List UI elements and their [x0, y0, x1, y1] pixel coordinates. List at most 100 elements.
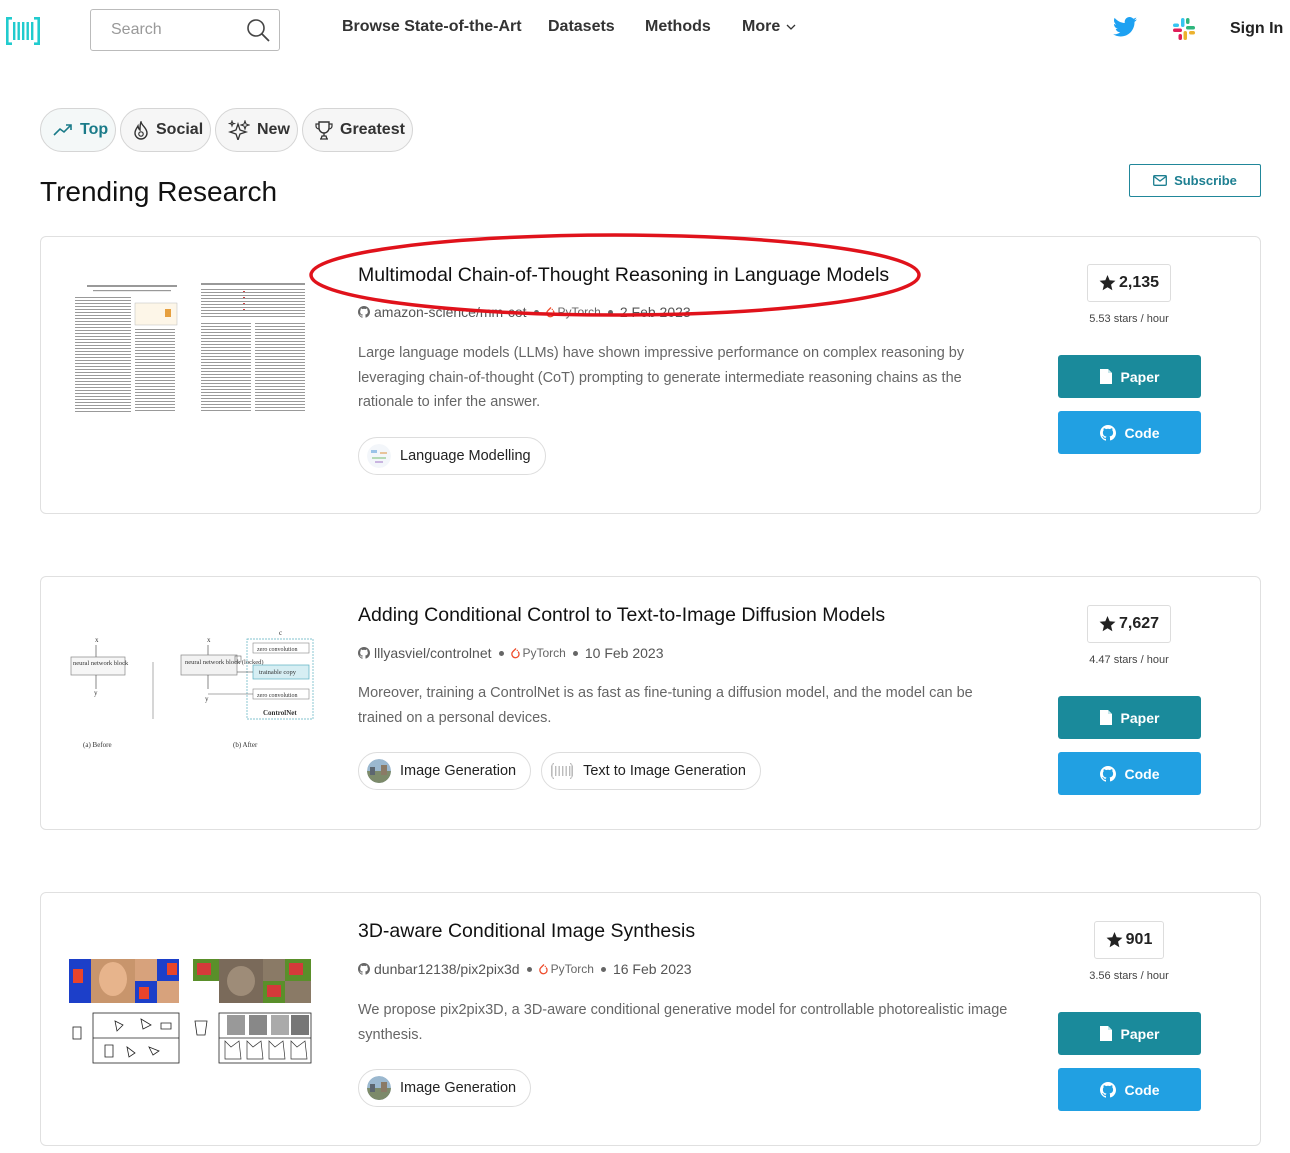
- figure-label-c: c: [279, 629, 282, 637]
- envelope-icon: [1153, 175, 1168, 186]
- figure-label-zero-conv: zero convolution: [257, 647, 298, 653]
- figure-label-y: y: [94, 689, 98, 697]
- framework-badge: PyTorch: [510, 646, 566, 660]
- task-tag[interactable]: Image Generation: [358, 752, 532, 790]
- paper-button[interactable]: Paper: [1058, 1012, 1201, 1055]
- search-box[interactable]: [90, 9, 280, 51]
- github-icon: [358, 647, 370, 659]
- figure-label-block-locked: neural network block (locked): [185, 659, 264, 666]
- figure-label-controlnet: ControlNet: [263, 709, 297, 717]
- code-button[interactable]: Code: [1058, 411, 1201, 454]
- paper-abstract: Moreover, training a ControlNet is as fa…: [358, 685, 973, 726]
- paper-button-label: Paper: [1120, 709, 1160, 726]
- twitter-icon[interactable]: [1113, 16, 1137, 38]
- separator-dot: [572, 650, 578, 656]
- paper-date: 16 Feb 2023: [612, 961, 692, 977]
- subscribe-button[interactable]: Subscribe: [1129, 164, 1261, 197]
- nav-methods[interactable]: Methods: [645, 18, 711, 36]
- stars-per-hour: 3.56 stars / hour: [1089, 970, 1169, 982]
- nav-browse-sota[interactable]: Browse State-of-the-Art: [342, 18, 522, 36]
- filter-top[interactable]: Top: [40, 108, 116, 152]
- code-button-label: Code: [1124, 765, 1160, 782]
- figure-label-block: neural network block: [73, 660, 129, 667]
- github-icon: [358, 963, 370, 975]
- task-tag[interactable]: Text to Image Generation: [541, 752, 761, 790]
- task-thumbnail: [367, 759, 391, 783]
- paper-title-link[interactable]: 3D-aware Conditional Image Synthesis: [358, 920, 695, 943]
- filter-new[interactable]: New: [215, 108, 298, 152]
- star-count-badge: 901: [1094, 921, 1164, 959]
- task-tag[interactable]: Language Modelling: [358, 437, 546, 475]
- nav-more[interactable]: More: [742, 18, 796, 36]
- paper-meta: dunbar12138/pix2pix3d PyTorch 16 Feb 202…: [358, 961, 692, 977]
- separator-dot: [600, 966, 606, 972]
- framework-label: PyTorch: [522, 646, 566, 660]
- sign-in-link[interactable]: Sign In: [1230, 20, 1283, 38]
- star-count: 7,627: [1118, 615, 1160, 632]
- filter-new-label: New: [257, 121, 290, 138]
- star-icon: [1106, 932, 1123, 948]
- pytorch-icon: [538, 963, 548, 974]
- star-count: 901: [1125, 931, 1153, 948]
- filter-greatest[interactable]: Greatest: [302, 108, 413, 152]
- task-tag-label: Image Generation: [400, 763, 517, 779]
- code-button[interactable]: Code: [1058, 752, 1201, 795]
- task-tag-label: Text to Image Generation: [583, 763, 746, 779]
- paper-thumbnail[interactable]: [67, 279, 315, 417]
- paper-card: 3D-aware Conditional Image Synthesis dun…: [40, 892, 1261, 1146]
- task-thumbnail: [367, 1076, 391, 1100]
- github-icon: [1099, 765, 1116, 782]
- paper-abstract: Large language models (LLMs) have shown …: [358, 345, 965, 410]
- paper-button[interactable]: Paper: [1058, 696, 1201, 739]
- code-button[interactable]: Code: [1058, 1068, 1201, 1111]
- filter-greatest-label: Greatest: [340, 121, 405, 138]
- page-title: Trending Research: [40, 176, 278, 207]
- document-icon: [1099, 710, 1112, 725]
- separator-dot: [498, 650, 504, 656]
- paper-thumbnail[interactable]: x neural network block y (a) Before x ne…: [63, 627, 317, 757]
- repo-link[interactable]: lllyasviel/controlnet: [374, 645, 492, 661]
- document-icon: [1099, 1026, 1112, 1041]
- stars-per-hour: 4.47 stars / hour: [1089, 654, 1169, 666]
- repo-link[interactable]: dunbar12138/pix2pix3d: [374, 961, 520, 977]
- figure-label-x: x: [207, 636, 211, 644]
- top-navbar: Browse State-of-the-Art Datasets Methods…: [0, 0, 1290, 62]
- task-tag[interactable]: Image Generation: [358, 1069, 532, 1107]
- paper-date: 10 Feb 2023: [584, 645, 664, 661]
- slack-icon[interactable]: [1172, 17, 1196, 41]
- separator-dot: [526, 966, 532, 972]
- search-input[interactable]: [111, 21, 241, 39]
- task-tag-label: Image Generation: [400, 1080, 517, 1096]
- task-tags: Image Generation: [358, 1069, 532, 1107]
- star-count: 2,135: [1118, 274, 1160, 291]
- paper-meta: lllyasviel/controlnet PyTorch 10 Feb 202…: [358, 645, 663, 661]
- task-tag-label: Language Modelling: [400, 448, 531, 464]
- subscribe-label: Subscribe: [1174, 173, 1237, 188]
- paper-title-link[interactable]: Adding Conditional Control to Text-to-Im…: [358, 604, 885, 627]
- code-button-label: Code: [1124, 424, 1160, 441]
- framework-label: PyTorch: [550, 962, 594, 976]
- paper-button[interactable]: Paper: [1058, 355, 1201, 398]
- figure-label-trainable: trainable copy: [259, 669, 297, 676]
- paper-thumbnail[interactable]: [67, 951, 313, 1067]
- chevron-down-icon: [786, 24, 796, 30]
- github-icon: [1099, 1081, 1116, 1098]
- trophy-icon: [315, 120, 333, 140]
- filter-social-label: Social: [156, 121, 204, 138]
- paper-card: x neural network block y (a) Before x ne…: [40, 576, 1261, 830]
- paperswithcode-logo[interactable]: [6, 16, 40, 46]
- task-tags: Language Modelling: [358, 437, 546, 475]
- search-icon[interactable]: [245, 17, 271, 43]
- filter-social[interactable]: Social: [120, 108, 211, 152]
- code-button-label: Code: [1124, 1081, 1160, 1098]
- highlight-annotation: [309, 233, 921, 317]
- star-icon: [1099, 275, 1116, 291]
- task-thumbnail: [367, 444, 391, 468]
- figure-label-before: (a) Before: [83, 741, 112, 749]
- star-count-badge: 2,135: [1087, 264, 1171, 302]
- nav-datasets[interactable]: Datasets: [548, 18, 615, 36]
- paper-button-label: Paper: [1120, 368, 1160, 385]
- pytorch-icon: [510, 647, 520, 658]
- star-count-badge: 7,627: [1087, 605, 1171, 643]
- stars-per-hour: 5.53 stars / hour: [1089, 313, 1169, 325]
